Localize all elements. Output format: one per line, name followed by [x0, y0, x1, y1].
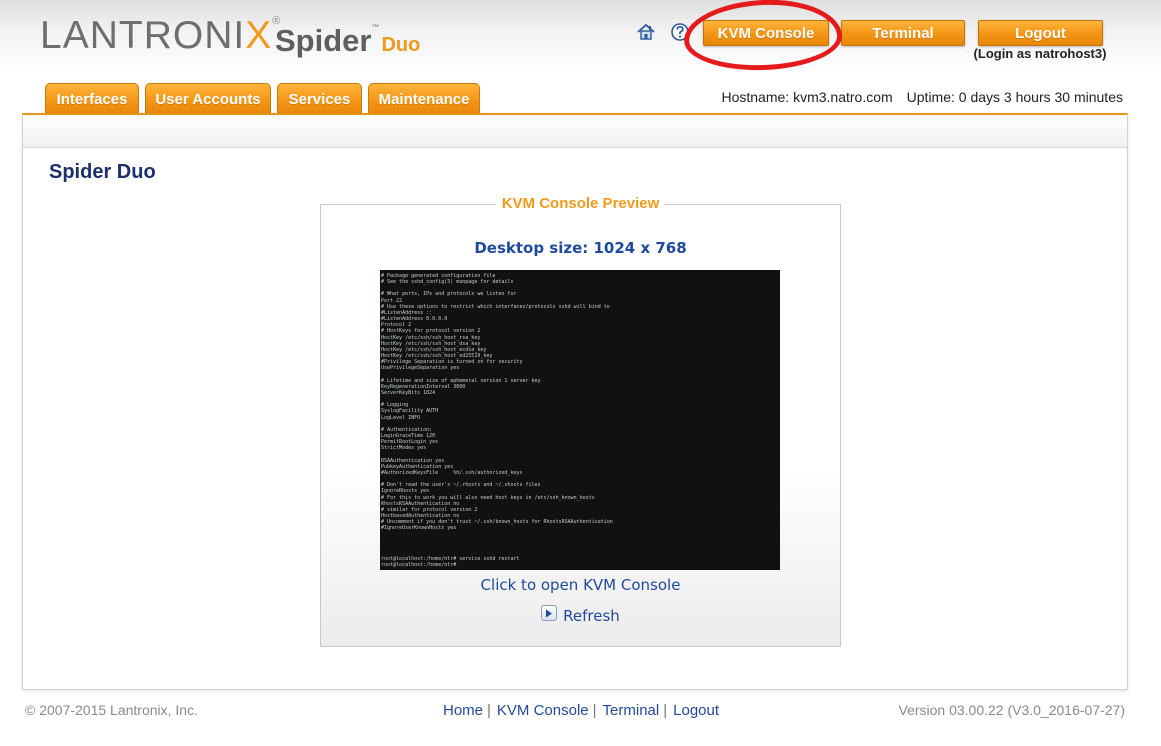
footer-link-logout[interactable]: Logout: [673, 702, 719, 719]
tab-user-accounts[interactable]: User Accounts: [145, 83, 271, 114]
logo-main-text: LANTRONI: [40, 14, 246, 57]
logo-product-suffix: Duo: [381, 34, 421, 56]
refresh-link[interactable]: Refresh: [563, 607, 620, 625]
preview-legend: KVM Console Preview: [321, 195, 840, 213]
footer-navigation: Home | KVM Console | Terminal | Logout: [443, 702, 719, 719]
footer-link-kvm-console[interactable]: KVM Console: [497, 702, 589, 719]
footer-version: Version 03.00.22 (V3.0_2016-07-27): [898, 702, 1126, 718]
footer-link-home[interactable]: Home: [443, 702, 483, 719]
kvm-screen-thumbnail[interactable]: # Package generated configuration file #…: [380, 270, 780, 570]
logo-tm-mark: ™: [371, 23, 380, 32]
footer-separator: |: [592, 702, 597, 719]
lantronix-logo: LANTRONIX®: [40, 14, 281, 58]
uptime-text: Uptime: 0 days 3 hours 30 minutes: [906, 89, 1123, 105]
preview-legend-text: KVM Console Preview: [495, 195, 666, 212]
page-title: Spider Duo: [49, 161, 156, 183]
login-as-text: (Login as natrohost3): [973, 46, 1107, 61]
screen-terminal-text: # Package generated configuration file #…: [381, 273, 613, 569]
hostname-text: Hostname: kvm3.natro.com: [721, 89, 893, 105]
host-info: Hostname: kvm3.natro.com Uptime: 0 days 3…: [700, 89, 1123, 105]
sub-navigation-bar: [23, 115, 1127, 148]
kvm-console-preview-panel: KVM Console Preview Desktop size: 1024 x…: [320, 195, 841, 647]
content-panel: Spider Duo KVM Console Preview Desktop s…: [22, 113, 1128, 690]
logo-product-text: Spider: [275, 23, 372, 58]
tab-interfaces[interactable]: Interfaces: [45, 83, 139, 114]
footer-separator: |: [663, 702, 668, 719]
logout-button[interactable]: Logout: [978, 20, 1103, 46]
tab-services[interactable]: Services: [277, 83, 362, 114]
desktop-size-text: Desktop size: 1024 x 768: [474, 239, 687, 257]
terminal-button[interactable]: Terminal: [841, 20, 965, 46]
refresh-control[interactable]: Refresh: [321, 605, 840, 625]
logo-x-letter: X: [245, 14, 273, 57]
spider-duo-logo: Spider™Duo: [275, 22, 420, 60]
footer-separator: |: [487, 702, 491, 719]
tab-maintenance[interactable]: Maintenance: [368, 83, 480, 114]
home-icon[interactable]: [636, 22, 656, 42]
refresh-play-icon[interactable]: [541, 605, 558, 621]
open-kvm-console-link[interactable]: Click to open KVM Console: [321, 576, 840, 594]
footer-link-terminal[interactable]: Terminal: [603, 702, 660, 719]
footer-copyright: © 2007-2015 Lantronix, Inc.: [25, 702, 198, 718]
